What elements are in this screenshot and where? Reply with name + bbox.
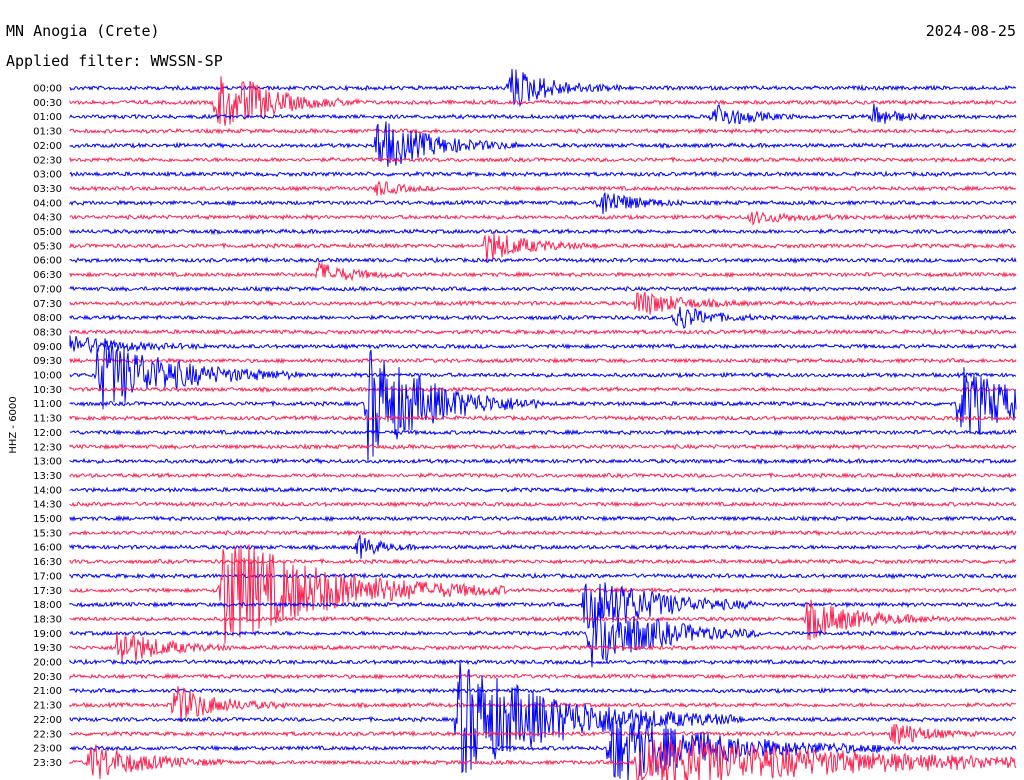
time-label: 01:00 — [33, 112, 62, 123]
time-label: 04:30 — [33, 213, 62, 224]
time-label: 03:00 — [33, 170, 62, 181]
time-label: 12:00 — [33, 428, 62, 439]
trace-line — [69, 443, 1017, 451]
trace-line — [69, 285, 1017, 293]
time-label: 16:30 — [33, 557, 62, 568]
time-label: 00:00 — [33, 84, 62, 95]
time-label: 15:00 — [33, 514, 62, 525]
time-label: 11:30 — [33, 414, 62, 425]
time-label: 13:30 — [33, 471, 62, 482]
trace-line — [69, 232, 1017, 263]
trace-line — [69, 414, 1017, 422]
trace-line — [69, 211, 1017, 227]
time-label: 04:00 — [33, 198, 62, 209]
time-label: 14:30 — [33, 500, 62, 511]
time-label: 18:00 — [33, 600, 62, 611]
trace-line — [69, 155, 1017, 164]
time-label: 23:30 — [33, 758, 62, 769]
trace-line — [69, 557, 1017, 566]
trace-line — [69, 335, 1017, 354]
time-label: 17:00 — [33, 571, 62, 582]
trace-line — [69, 328, 1017, 336]
trace-line — [69, 534, 1017, 559]
trace-line — [69, 428, 1017, 437]
time-label: 01:30 — [33, 127, 62, 138]
time-label: 21:30 — [33, 701, 62, 712]
time-label: 12:30 — [33, 442, 62, 453]
time-label: 08:00 — [33, 313, 62, 324]
time-label: 00:30 — [33, 98, 62, 109]
trace-line — [69, 227, 1017, 236]
time-label: 19:00 — [33, 629, 62, 640]
seismogram-plot: 00:00 00:30 01:00 01:30 02:00 02:30 03:00 03:30… — [8, 68, 1017, 780]
time-label: 19:30 — [33, 643, 62, 654]
time-label: 15:30 — [33, 528, 62, 539]
trace-line — [69, 717, 1017, 780]
time-label: 11:00 — [33, 399, 62, 410]
trace-line — [69, 723, 1017, 745]
trace-line — [69, 457, 1017, 465]
trace-line — [69, 103, 1017, 125]
time-label: 03:30 — [33, 184, 62, 195]
trace-line — [69, 485, 1017, 494]
trace-line — [69, 338, 1017, 410]
time-label: 06:00 — [33, 256, 62, 267]
trace-line — [69, 660, 1017, 774]
time-label: 05:30 — [33, 241, 62, 252]
trace-line — [69, 260, 1017, 282]
time-label: 06:30 — [33, 270, 62, 281]
trace-line — [69, 658, 1017, 666]
time-label: 21:00 — [33, 686, 62, 697]
trace-line — [69, 291, 1017, 315]
time-label: 02:00 — [33, 141, 62, 152]
time-label: 09:30 — [33, 356, 62, 367]
time-label: 10:30 — [33, 385, 62, 396]
trace-line — [69, 514, 1017, 523]
trace-line — [69, 180, 1017, 196]
trace-line — [69, 170, 1017, 178]
trace-line — [69, 597, 1017, 668]
trace-line — [69, 571, 1017, 580]
time-label: 14:00 — [33, 485, 62, 496]
time-label: 08:30 — [33, 327, 62, 338]
trace-line — [69, 632, 1017, 661]
trace-group — [69, 68, 1017, 780]
trace-line — [69, 544, 1017, 644]
trace-line — [69, 68, 1017, 108]
trace-line — [69, 500, 1017, 508]
time-label: 20:30 — [33, 672, 62, 683]
trace-line — [69, 471, 1017, 480]
time-label: 07:00 — [33, 284, 62, 295]
time-label: 17:30 — [33, 586, 62, 597]
time-label: 23:00 — [33, 744, 62, 755]
time-label: 05:00 — [33, 227, 62, 238]
trace-line — [69, 687, 1017, 695]
time-label: 13:00 — [33, 457, 62, 468]
y-axis-label: HHZ - 6000 — [8, 396, 19, 453]
trace-line — [69, 306, 1017, 330]
time-label: 02:30 — [33, 155, 62, 166]
trace-line — [69, 192, 1017, 215]
time-label: 10:00 — [33, 371, 62, 382]
trace-line — [69, 256, 1017, 264]
time-label: 22:00 — [33, 715, 62, 726]
time-label: 09:00 — [33, 342, 62, 353]
time-label: 18:30 — [33, 614, 62, 625]
time-label: 16:00 — [33, 543, 62, 554]
trace-line — [69, 529, 1017, 537]
trace-line — [69, 356, 1017, 365]
time-tick-labels: 00:00 00:30 01:00 01:30 02:00 02:30 03:00 03:30… — [33, 84, 62, 769]
trace-line — [69, 127, 1017, 135]
trace-line — [69, 672, 1017, 680]
time-label: 20:00 — [33, 658, 62, 669]
time-label: 22:30 — [33, 729, 62, 740]
trace-line — [69, 385, 1017, 394]
time-label: 07:30 — [33, 299, 62, 310]
